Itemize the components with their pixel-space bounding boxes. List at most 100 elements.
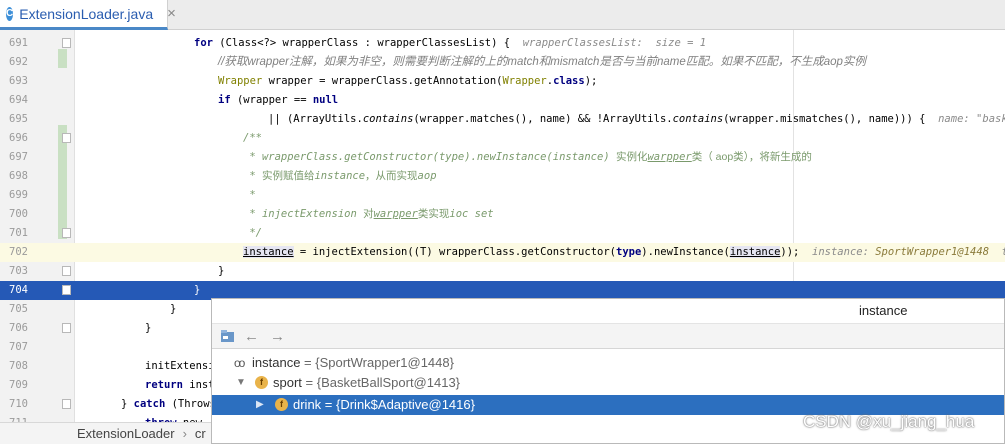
code-brace: } <box>218 265 225 277</box>
line-number: 692 <box>9 56 28 68</box>
line-number: 698 <box>9 170 28 182</box>
code-text: return inst <box>145 376 215 395</box>
code-text: Wrapper wrapper = wrapperClass.getAnnota… <box>218 72 597 91</box>
line-number: 702 <box>9 246 28 258</box>
line-number: 694 <box>9 94 28 106</box>
code-line: 703 } <box>0 262 1005 281</box>
line-number: 703 <box>9 265 28 277</box>
fold-marker-icon[interactable] <box>62 399 71 409</box>
code-segment: ).newInstance( <box>641 246 730 258</box>
current-code-line: 702 instance = injectExtension((T) wrapp… <box>0 243 1005 262</box>
tab-label: ExtensionLoader.java <box>19 5 154 22</box>
javadoc-line: * 实例赋值给instance，从而实现aop <box>243 167 437 186</box>
code-segment: (wrapper.matches(), name) && !ArrayUtils… <box>413 113 673 125</box>
inline-debug-hint-label: type: <box>989 246 1005 258</box>
line-number: 709 <box>9 379 28 391</box>
back-icon[interactable]: ← <box>244 328 259 345</box>
javadoc-cn-text: 对 <box>363 208 374 220</box>
fold-marker-icon[interactable] <box>62 285 71 295</box>
breadcrumb-method[interactable]: cr <box>195 426 206 441</box>
variable-instance[interactable]: instance <box>729 246 781 258</box>
keyword: catch <box>133 398 166 410</box>
fold-marker-icon[interactable] <box>62 38 71 48</box>
line-number: 706 <box>9 322 28 334</box>
keyword: null <box>312 94 339 106</box>
field-icon: f <box>275 398 288 411</box>
breadcrumb-class[interactable]: ExtensionLoader <box>77 426 175 441</box>
javadoc-segment: * injectExtension <box>243 208 364 220</box>
fold-marker-icon[interactable] <box>62 323 71 333</box>
keyword: class <box>553 75 585 87</box>
code-segment: (Class<?> wrapperClass : wrapperClassesL… <box>212 37 523 49</box>
line-number: 695 <box>9 113 28 125</box>
code-segment: inst <box>182 379 215 391</box>
tab-extension-loader[interactable]: C ExtensionLoader.java × <box>0 0 176 30</box>
tree-node-text: drink = {Drink$Adaptive@1416} <box>293 395 475 415</box>
code-segment: } <box>121 398 134 410</box>
javadoc-start: /** <box>243 132 262 144</box>
forward-icon[interactable]: → <box>270 328 285 345</box>
variable-instance[interactable]: instance <box>243 246 294 258</box>
code-segment: (wrapper.mismatches(), name))) { <box>723 113 939 125</box>
tree-node-instance[interactable]: oo instance = {SportWrapper1@1448} <box>212 353 1004 373</box>
tree-node-text: instance = {SportWrapper1@1448} <box>252 353 454 373</box>
code-segment: ) wrapperClass.getConstructor( <box>426 246 616 258</box>
code-segment: || (ArrayUtils. <box>268 113 363 125</box>
javadoc-segment: ioc set <box>449 208 494 220</box>
code-brace: } <box>145 322 152 334</box>
popup-title: instance <box>859 303 908 318</box>
line-number: 697 <box>9 151 28 163</box>
line-number: 710 <box>9 398 28 410</box>
code-segment: (wrapper == <box>230 94 313 106</box>
code-line: 695 || (ArrayUtils.contains(wrapper.matc… <box>0 110 1005 129</box>
keyword: return <box>145 379 183 391</box>
javadoc-segment: * wrapperClass.getConstructor(type).newI… <box>243 151 616 163</box>
code-text: instance = injectExtension((T) wrapperCl… <box>243 243 1005 262</box>
fold-marker-icon[interactable] <box>62 266 71 276</box>
javadoc-end: */ <box>243 227 262 239</box>
chevron-down-icon[interactable]: ▼ <box>236 373 246 393</box>
annotation-type: Wrapper <box>502 75 547 87</box>
tree-node-value: = {BasketBallSport@1413} <box>301 375 461 390</box>
code-line: 693 Wrapper wrapper = wrapperClass.getAn… <box>0 72 1005 91</box>
javadoc-segment: aop <box>417 170 437 182</box>
code-text: || (ArrayUtils.contains(wrapper.matches(… <box>268 110 1005 129</box>
tree-node-sport[interactable]: ▼ f sport = {BasketBallSport@1413} <box>212 373 1004 393</box>
keyword: for <box>194 37 213 49</box>
line-number: 711 <box>0 414 28 422</box>
javadoc-cn-text: 类实现 <box>417 208 450 220</box>
code-line: 694 if (wrapper == null <box>0 91 1005 110</box>
annotation-type: Wrapper <box>218 75 263 87</box>
keyword: if <box>218 94 231 106</box>
code-segment: ); <box>584 75 598 87</box>
field-icon: f <box>255 376 268 389</box>
javadoc-segment: warpper <box>647 151 692 163</box>
code-line: 698 * 实例赋值给instance，从而实现aop <box>0 167 1005 186</box>
java-class-icon: C <box>6 6 14 21</box>
line-number: 693 <box>9 75 28 87</box>
line-number: 707 <box>9 341 28 353</box>
line-number: 699 <box>9 189 28 201</box>
tree-node-text: sport = {BasketBallSport@1413} <box>273 373 460 393</box>
code-line: 691 for (Class<?> wrapperClass : wrapper… <box>0 34 1005 53</box>
code-line: 696 /** <box>0 129 1005 148</box>
keyword: type <box>616 246 642 258</box>
javadoc-segment: instance <box>314 170 366 182</box>
fold-marker-icon[interactable] <box>62 133 71 143</box>
evaluate-icon[interactable] <box>220 329 235 347</box>
breadcrumb-separator: › <box>182 426 187 441</box>
line-number: 700 <box>9 208 28 220</box>
fold-marker-icon[interactable] <box>62 228 71 238</box>
javadoc-cn-text: 实例赋值给 <box>261 170 315 182</box>
close-icon[interactable]: × <box>167 5 176 22</box>
method-call: contains <box>362 113 414 125</box>
tree-node-name: sport <box>273 375 302 390</box>
code-line: 701 */ <box>0 224 1005 243</box>
code-line: 697 * wrapperClass.getConstructor(type).… <box>0 148 1005 167</box>
javadoc-cn-text: 类（ aop类），将新生成的 <box>691 151 812 163</box>
inline-debug-hint-value: SportWrapper1@1448 <box>875 246 990 258</box>
javadoc-segment: * <box>243 170 262 182</box>
chevron-right-icon[interactable]: ▶ <box>256 395 264 415</box>
tree-node-name: drink <box>293 397 322 412</box>
code-segment: initExtensi <box>145 360 215 372</box>
